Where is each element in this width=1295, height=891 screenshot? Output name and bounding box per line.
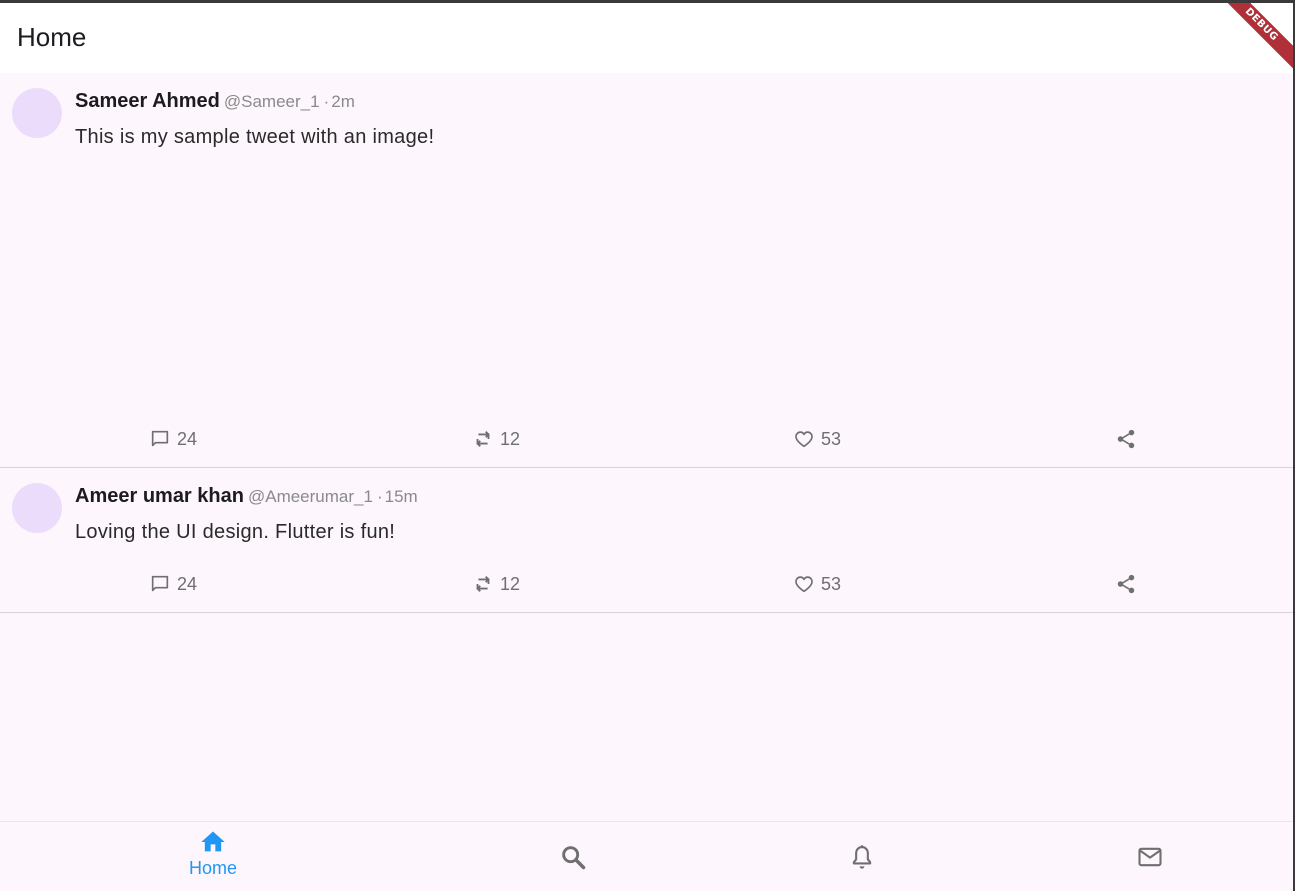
nav-messages[interactable] xyxy=(1120,822,1180,891)
page-title: Home xyxy=(17,22,87,52)
tweet-timestamp: 2m xyxy=(331,92,355,111)
tweet-feed: Sameer Ahmed @Sameer_1 · 2m This is my samp… xyxy=(0,73,1293,613)
search-icon xyxy=(562,846,586,870)
nav-home-label: Home xyxy=(188,857,237,878)
mail-icon xyxy=(1138,847,1162,867)
tweet-card[interactable]: Sameer Ahmed @Sameer_1 · 2m This is my samp… xyxy=(0,73,1293,468)
like-button[interactable]: 53 xyxy=(793,427,841,451)
like-count: 53 xyxy=(821,428,842,449)
bell-icon xyxy=(852,845,872,869)
retweet-icon xyxy=(476,576,490,592)
nav-home[interactable]: Home xyxy=(183,818,243,888)
tweet-card[interactable]: Ameer umar khan @Ameerumar_1 · 15m Loving t… xyxy=(0,468,1293,613)
tweet-author-name[interactable]: Sameer Ahmed xyxy=(75,90,220,112)
share-icon xyxy=(1117,429,1135,449)
debug-banner: DEBUG xyxy=(1212,3,1293,74)
like-button[interactable]: 53 xyxy=(793,572,841,596)
share-icon xyxy=(1117,574,1135,594)
tweet-actions: 24 12 53 xyxy=(0,572,1293,596)
retweet-count: 12 xyxy=(500,573,521,594)
reply-count: 24 xyxy=(177,573,198,594)
tweet-author-handle: @Ameerumar_1 xyxy=(247,487,373,506)
home-icon xyxy=(201,831,225,851)
tweet-author-name[interactable]: Ameer umar khan xyxy=(75,485,244,507)
tweet-separator: · xyxy=(376,487,383,506)
tweet-header: Ameer umar khan @Ameerumar_1 · 15m xyxy=(75,485,418,508)
app-bar: Home DEBUG xyxy=(0,3,1293,74)
heart-icon xyxy=(795,431,813,448)
tweet-actions: 24 12 53 xyxy=(0,427,1293,451)
like-count: 53 xyxy=(821,573,842,594)
app-window: Home DEBUG Sameer Ahmed @Sameer_1 · 2m This… xyxy=(0,3,1293,891)
comment-icon xyxy=(151,430,169,447)
retweet-count: 12 xyxy=(500,428,521,449)
reply-count: 24 xyxy=(177,428,198,449)
reply-button[interactable]: 24 xyxy=(149,572,197,596)
avatar[interactable] xyxy=(12,483,62,533)
tweet-header: Sameer Ahmed @Sameer_1 · 2m xyxy=(75,90,355,113)
tweet-timestamp: 15m xyxy=(384,487,418,506)
tweet-author-handle: @Sameer_1 xyxy=(223,92,320,111)
tweet-separator: · xyxy=(323,92,330,111)
retweet-button[interactable]: 12 xyxy=(472,572,520,596)
comment-icon xyxy=(151,575,169,592)
avatar[interactable] xyxy=(12,88,62,138)
share-button[interactable] xyxy=(1115,572,1137,596)
nav-search[interactable] xyxy=(543,822,603,891)
retweet-icon xyxy=(476,431,490,447)
retweet-button[interactable]: 12 xyxy=(472,427,520,451)
nav-notifications[interactable] xyxy=(832,822,892,891)
reply-button[interactable]: 24 xyxy=(149,427,197,451)
tweet-text: Loving the UI design. Flutter is fun! xyxy=(75,521,396,543)
share-button[interactable] xyxy=(1115,427,1137,451)
bottom-navigation: Home xyxy=(0,821,1293,891)
heart-icon xyxy=(795,576,813,593)
tweet-text: This is my sample tweet with an image! xyxy=(75,126,435,148)
